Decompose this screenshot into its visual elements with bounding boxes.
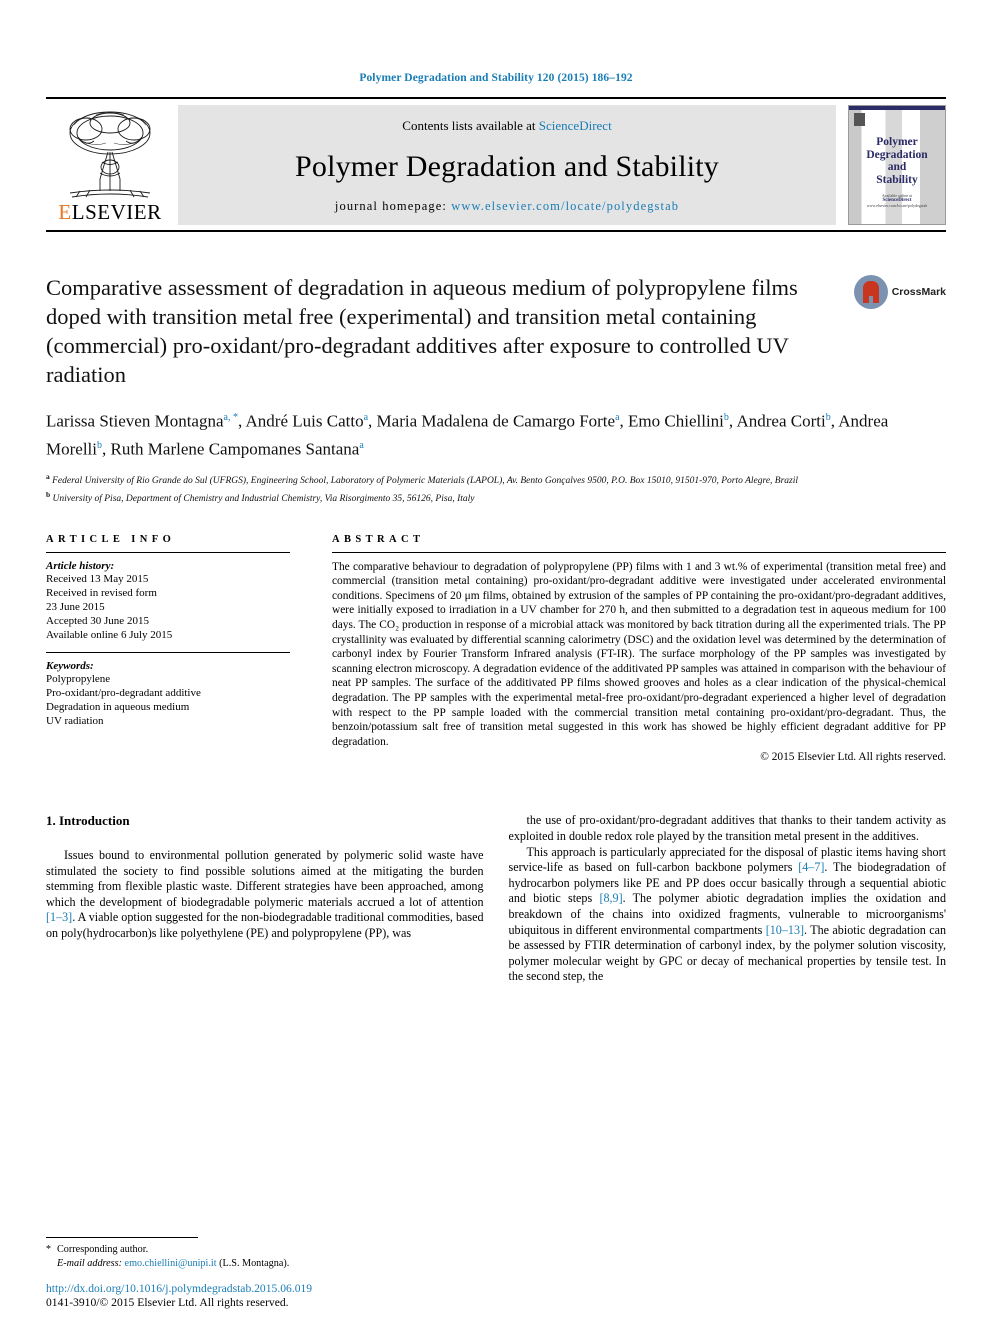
email-link[interactable]: emo.chiellini@unipi.it: [125, 1258, 217, 1269]
doi-link[interactable]: http://dx.doi.org/10.1016/j.polymdegrads…: [46, 1282, 476, 1295]
article-history-4: Available online 6 July 2015: [46, 629, 173, 642]
corresponding-author-label: Corresponding author.: [57, 1244, 149, 1256]
crossmark-icon: [853, 275, 888, 309]
elsevier-rest: LSEVIER: [71, 200, 162, 224]
paragraph: Issues bound to environmental pollution …: [46, 847, 484, 940]
email-label: E-mail address:: [57, 1257, 122, 1269]
author-name-6: Ruth Marlene Campomanes Santana: [110, 439, 360, 459]
author-name-4: Andrea Corti: [736, 411, 826, 431]
journal-cover-thumbnail: Polymer Degradation and Stability Availa…: [848, 105, 946, 225]
author-mark-5[interactable]: b: [97, 440, 102, 451]
abstract-column: ABSTRACT The comparative behaviour to de…: [332, 533, 946, 764]
affiliation-mark-0: a: [46, 472, 50, 482]
elsevier-initial: E: [58, 200, 72, 224]
author-name-0: Larissa Stieven Montagna: [46, 411, 224, 431]
abstract-rule: [332, 551, 946, 553]
body-column-right: the use of pro-oxidant/pro-degradant add…: [509, 813, 947, 985]
homepage-prefix: journal homepage:: [334, 199, 452, 213]
cover-title-line-2: and: [887, 161, 907, 173]
cover-foot-sub: www.elsevier.com/locate/polydegstab: [866, 203, 928, 208]
section-title-introduction: 1. Introduction: [46, 813, 130, 829]
cover-glyph-icon: [854, 113, 865, 126]
author-name-2: Maria Madalena de Camargo Forte: [376, 411, 616, 431]
sciencedirect-link[interactable]: ScienceDirect: [539, 118, 612, 133]
keywords-label: Keywords:: [46, 659, 94, 672]
keyword-3: UV radiation: [46, 715, 104, 728]
corresponding-author-marker: *: [46, 1244, 51, 1256]
contents-prefix: Contents lists available at: [402, 118, 539, 133]
running-head: Polymer Degradation and Stability 120 (2…: [359, 72, 633, 84]
crossmark-badge[interactable]: CrossMark: [853, 275, 946, 309]
affiliation-list: a Federal University of Rio Grande do Su…: [46, 470, 946, 506]
journal-title: Polymer Degradation and Stability: [294, 149, 720, 183]
author-mark-1[interactable]: a: [364, 412, 368, 423]
author-list: Larissa Stieven Montagnaa, *, André Luis…: [46, 411, 889, 459]
cover-title-line-1: Degradation: [866, 148, 928, 161]
keywords-rule: [46, 651, 290, 653]
author-mark-3[interactable]: b: [724, 412, 729, 423]
author-mark-0[interactable]: a, *: [224, 412, 238, 423]
article-history-0: Received 13 May 2015: [46, 572, 149, 585]
info-abstract-section: ARTICLE INFO Article history: Received 1…: [46, 533, 946, 764]
affiliation-1: b University of Pisa, Department of Chem…: [46, 488, 946, 506]
author-mark-2[interactable]: a: [615, 412, 619, 423]
page-title: Comparative assessment of degradation in…: [46, 275, 798, 387]
contents-available-line: Contents lists available at ScienceDirec…: [402, 118, 611, 134]
elsevier-wordmark: ELSEVIER: [58, 200, 161, 225]
cover-footer: Available online at ScienceDirect www.el…: [849, 193, 945, 208]
elsevier-tree-icon: [69, 111, 151, 198]
affiliation-mark-1: b: [46, 490, 51, 500]
body-columns: 1. Introduction Issues bound to environm…: [46, 813, 946, 985]
author-mark-4[interactable]: b: [826, 412, 831, 423]
journal-homepage-link[interactable]: www.elsevier.com/locate/polydegstab: [451, 199, 679, 213]
crossmark-label: CrossMark: [891, 286, 946, 298]
article-history-1: Received in revised form: [46, 586, 157, 599]
title-block: Comparative assessment of degradation in…: [46, 273, 946, 389]
article-history-2: 23 June 2015: [46, 601, 105, 614]
affiliation-text-1: University of Pisa, Department of Chemis…: [52, 494, 475, 505]
paragraph: the use of pro-oxidant/pro-degradant add…: [508, 813, 947, 843]
cover-title: Polymer Degradation and Stability: [849, 136, 945, 186]
abstract-text: The comparative behaviour to degradation…: [332, 560, 946, 748]
article-info-column: ARTICLE INFO Article history: Received 1…: [46, 534, 290, 729]
keyword-2: Degradation in aqueous medium: [46, 701, 190, 714]
issn-copyright-line: 0141-3910/© 2015 Elsevier Ltd. All right…: [46, 1296, 289, 1309]
keyword-1: Pro-oxidant/pro-degradant additive: [46, 686, 201, 699]
masthead-banner: Contents lists available at ScienceDirec…: [178, 105, 836, 225]
body-column-left: 1. Introduction Issues bound to environm…: [46, 813, 484, 941]
article-history-3: Accepted 30 June 2015: [46, 615, 149, 628]
abstract-copyright: © 2015 Elsevier Ltd. All rights reserved…: [760, 751, 946, 764]
abstract-heading: ABSTRACT: [332, 533, 425, 545]
affiliation-0: a Federal University of Rio Grande do Su…: [46, 470, 946, 488]
author-name-3: Emo Chiellini: [628, 411, 724, 431]
paragraph: This approach is particularly appreciate…: [508, 844, 947, 984]
keyword-0: Polypropylene: [46, 672, 111, 685]
article-page: Polymer Degradation and Stability 120 (2…: [0, 0, 992, 1323]
author-name-1: André Luis Catto: [245, 411, 364, 431]
page-footer: * Corresponding author. E-mail address: …: [46, 1237, 476, 1309]
article-history-label: Article history:: [46, 559, 115, 572]
author-mark-6[interactable]: a: [359, 440, 363, 451]
journal-homepage-line: journal homepage: www.elsevier.com/locat…: [335, 199, 679, 214]
cover-title-line-0: Polymer: [876, 136, 918, 148]
affiliation-text-0: Federal University of Rio Grande do Sul …: [52, 476, 799, 487]
cover-top-bar: [849, 106, 945, 110]
cover-title-line-3: Stability: [876, 173, 918, 186]
email-owner: (L.S. Montagna).: [219, 1257, 290, 1269]
elsevier-logo: ELSEVIER: [46, 105, 174, 225]
footnote-rule: [46, 1237, 198, 1239]
journal-masthead: ELSEVIER Contents lists available at Sci…: [46, 97, 946, 232]
article-info-heading: ARTICLE INFO: [46, 533, 176, 545]
corresponding-author-note: * Corresponding author. E-mail address: …: [46, 1243, 476, 1270]
article-info-rule: [46, 551, 290, 553]
crossmark-book-shape: [862, 281, 879, 303]
